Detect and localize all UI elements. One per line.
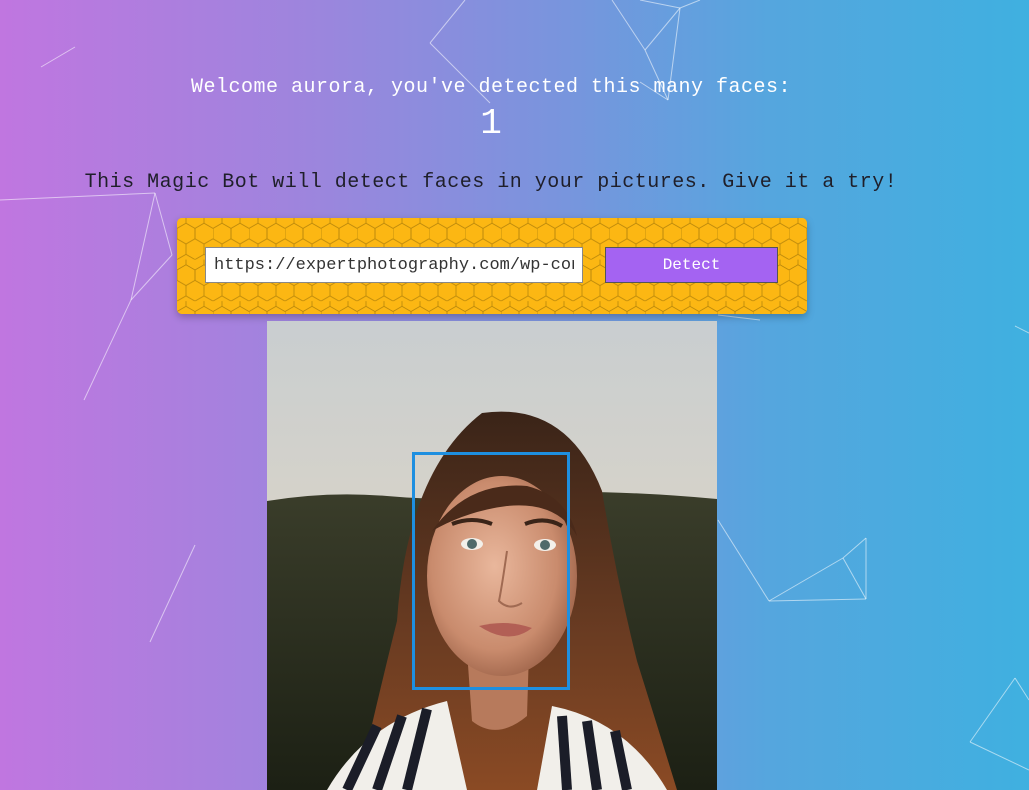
uploaded-photo bbox=[267, 321, 717, 790]
image-link-form: Detect bbox=[177, 218, 807, 314]
intro-text: This Magic Bot will detect faces in your… bbox=[84, 171, 898, 194]
face-count: 1 bbox=[480, 103, 502, 144]
image-url-input[interactable] bbox=[205, 247, 583, 283]
face-bounding-box bbox=[412, 452, 570, 690]
welcome-message: Welcome aurora, you've detected this man… bbox=[190, 76, 792, 99]
detect-button[interactable]: Detect bbox=[605, 247, 778, 283]
